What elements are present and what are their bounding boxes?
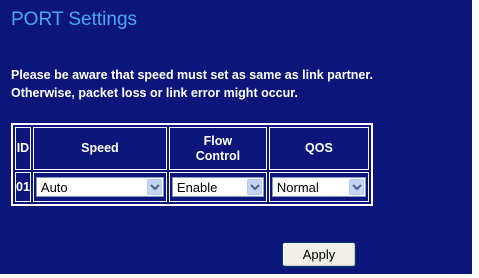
flow-control-dropdown-button[interactable] (246, 179, 262, 195)
column-header-flow-control: Flow Control (168, 127, 267, 170)
port-id-cell: 01 (15, 172, 31, 202)
flow-header-line-2: Control (195, 148, 241, 163)
chevron-down-icon (150, 184, 160, 191)
page-title: PORT Settings (11, 9, 138, 30)
column-header-speed: Speed (32, 127, 167, 170)
table-header-row: ID Speed Flow Control QOS (15, 127, 369, 170)
qos-cell: Normal (268, 172, 369, 202)
notice-line-1: Please be aware that speed must set as s… (11, 68, 373, 82)
speed-notice: Please be aware that speed must set as s… (11, 66, 471, 102)
flow-control-cell: Enable (168, 172, 267, 202)
speed-cell: Auto (32, 172, 167, 202)
table-row: 01 Auto Enable Normal (15, 172, 369, 202)
port-settings-panel: PORT Settings Please be aware that speed… (0, 0, 472, 274)
qos-select-value: Normal (276, 180, 319, 195)
flow-control-select-value: Enable (176, 180, 218, 195)
port-settings-table: ID Speed Flow Control QOS 01 Auto Enable… (11, 123, 373, 206)
qos-select[interactable]: Normal (271, 177, 366, 197)
speed-select-value: Auto (40, 180, 68, 195)
speed-select[interactable]: Auto (35, 177, 164, 197)
chevron-down-icon (250, 184, 260, 191)
chevron-down-icon (352, 184, 362, 191)
flow-header-line-1: Flow (203, 133, 233, 148)
notice-line-2: Otherwise, packet loss or link error mig… (11, 86, 298, 100)
speed-dropdown-button[interactable] (146, 179, 162, 195)
column-header-qos: QOS (268, 127, 369, 170)
column-header-id: ID (15, 127, 31, 170)
qos-dropdown-button[interactable] (348, 179, 364, 195)
apply-button[interactable]: Apply (282, 242, 356, 267)
flow-control-select[interactable]: Enable (171, 177, 264, 197)
